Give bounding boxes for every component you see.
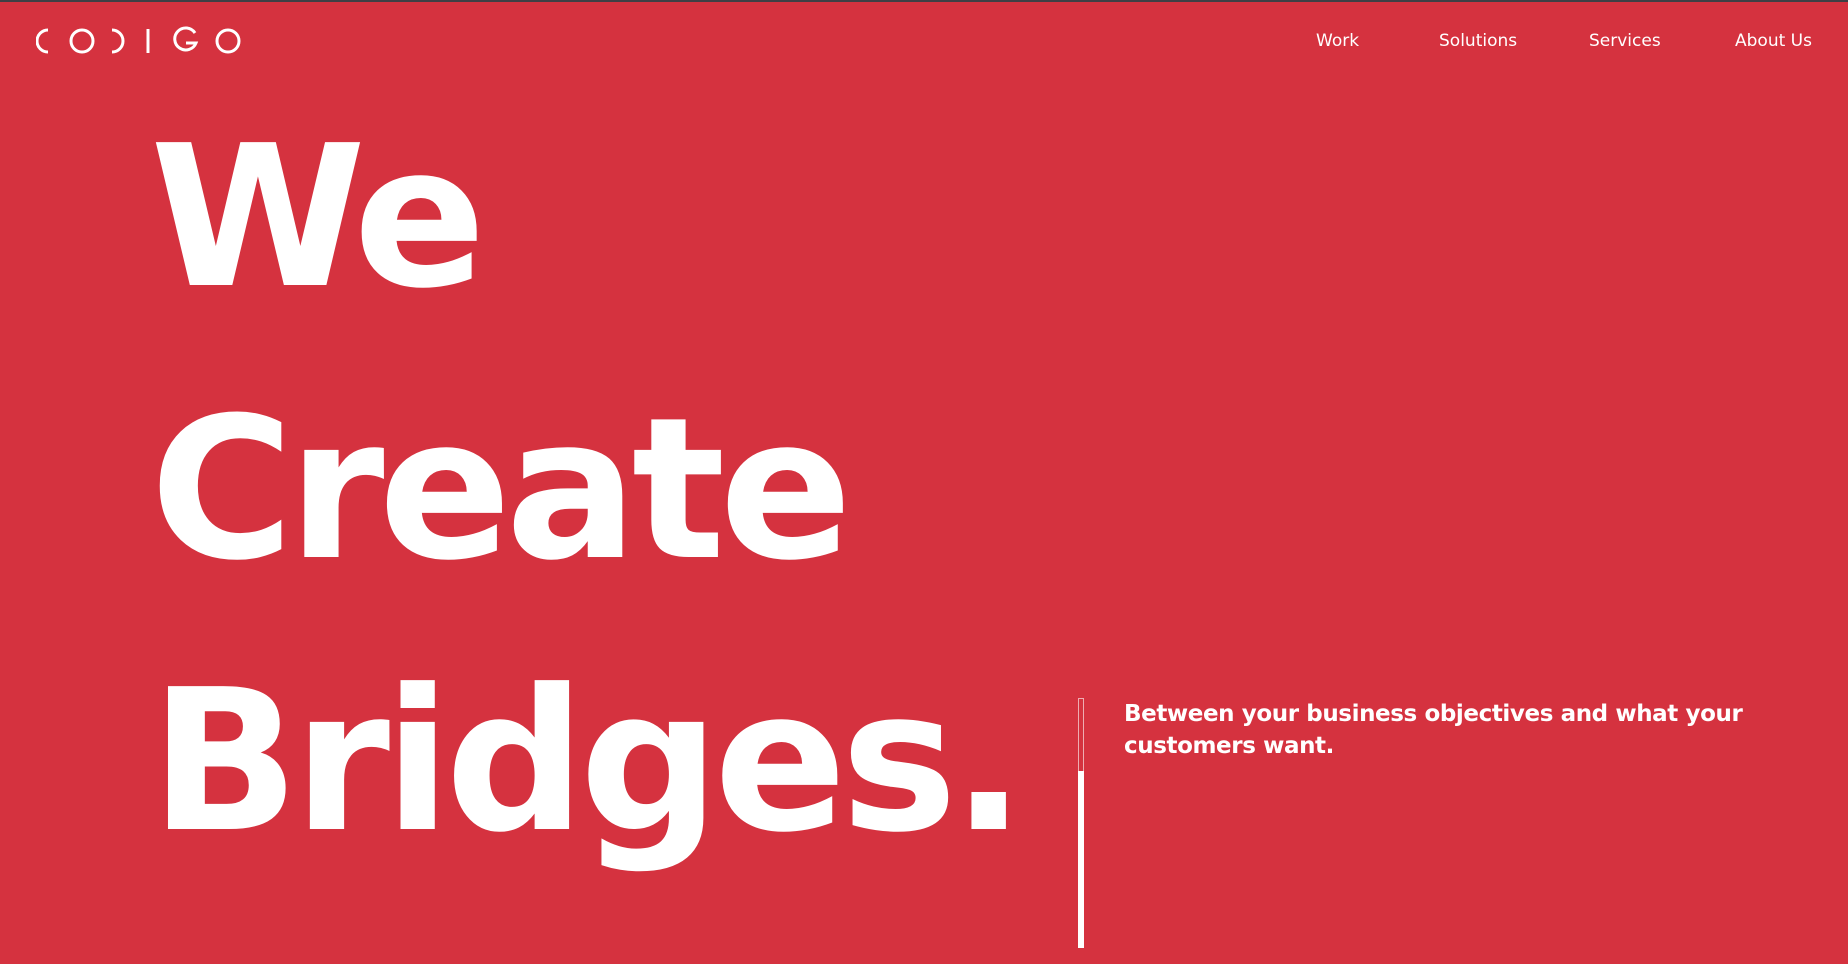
hero-tagline: Between your business objectives and wha… xyxy=(1124,701,1743,759)
top-border-line xyxy=(0,0,1848,2)
main-navigation: Work Solutions Services About Us xyxy=(0,28,1848,54)
hero-heading-line-2: Create xyxy=(150,376,852,604)
hero-heading-line-3: Bridges. xyxy=(150,648,1026,876)
nav-work[interactable]: Work xyxy=(1316,28,1359,54)
nav-about-us[interactable]: About Us xyxy=(1735,28,1812,54)
hero-heading-line-1: We xyxy=(150,104,486,332)
scroll-progress-thumb[interactable] xyxy=(1078,771,1084,948)
nav-services[interactable]: Services xyxy=(1589,28,1661,54)
nav-solutions[interactable]: Solutions xyxy=(1439,28,1517,54)
